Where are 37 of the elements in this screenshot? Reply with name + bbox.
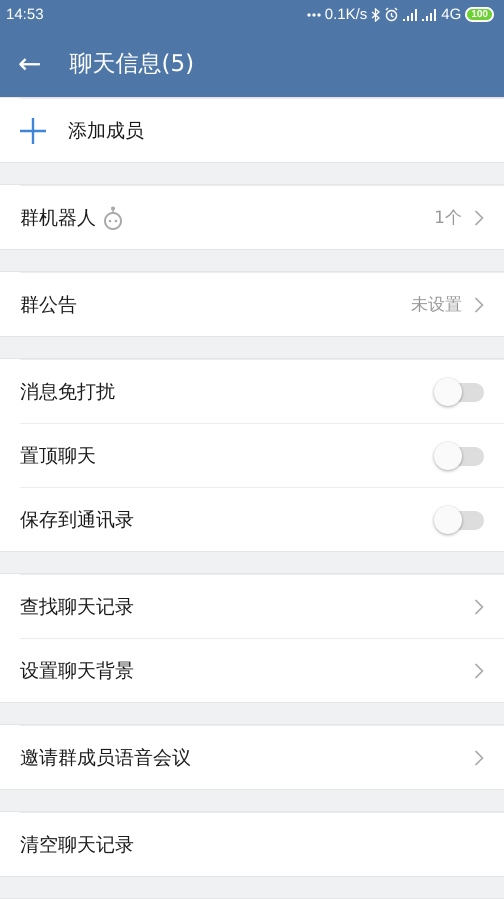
row-label: 群机器人 [20, 206, 96, 230]
row-label: 置顶聊天 [20, 444, 96, 468]
status-time: 14:53 [6, 6, 44, 24]
row-label: 消息免打扰 [20, 380, 115, 404]
back-button[interactable]: ← [16, 46, 44, 80]
row-label: 清空聊天记录 [20, 832, 134, 858]
row-value: 未设置 [411, 294, 462, 316]
chevron-icon [474, 210, 484, 226]
signal-icon [422, 8, 438, 21]
row-value: 1个 [434, 207, 462, 229]
plus-icon [20, 118, 46, 144]
network-type: 4G [441, 6, 462, 24]
chevron-icon [474, 662, 484, 678]
row-label: 邀请群成员语音会议 [20, 746, 191, 770]
battery-level: 100 [465, 7, 494, 22]
row-label: 添加成员 [68, 118, 144, 144]
settings-row[interactable]: 消息免打扰 [20, 359, 504, 423]
row-label: 群公告 [20, 292, 77, 318]
signal-icon [403, 8, 418, 21]
dots-icon [306, 12, 321, 17]
row-label: 保存到通讯录 [20, 508, 134, 532]
chevron-icon [474, 296, 484, 312]
settings-row[interactable]: 设置聊天背景 [20, 638, 504, 702]
settings-row[interactable]: 查找聊天记录 [20, 574, 504, 638]
bluetooth-icon [371, 8, 380, 22]
toggle-switch[interactable] [434, 380, 484, 404]
toggle-switch[interactable] [434, 444, 484, 468]
row-label: 查找聊天记录 [20, 594, 134, 620]
alarm-icon [384, 7, 400, 22]
network-speed: 0.1K/s [324, 6, 368, 24]
page-title: 聊天信息(5) [69, 50, 194, 79]
settings-row[interactable]: 保存到通讯录 [20, 487, 504, 551]
row-label: 设置聊天背景 [20, 658, 134, 684]
chevron-icon [474, 750, 484, 766]
settings-row[interactable]: 置顶聊天 [20, 423, 504, 487]
toggle-switch[interactable] [434, 508, 484, 532]
chevron-icon [474, 598, 484, 614]
